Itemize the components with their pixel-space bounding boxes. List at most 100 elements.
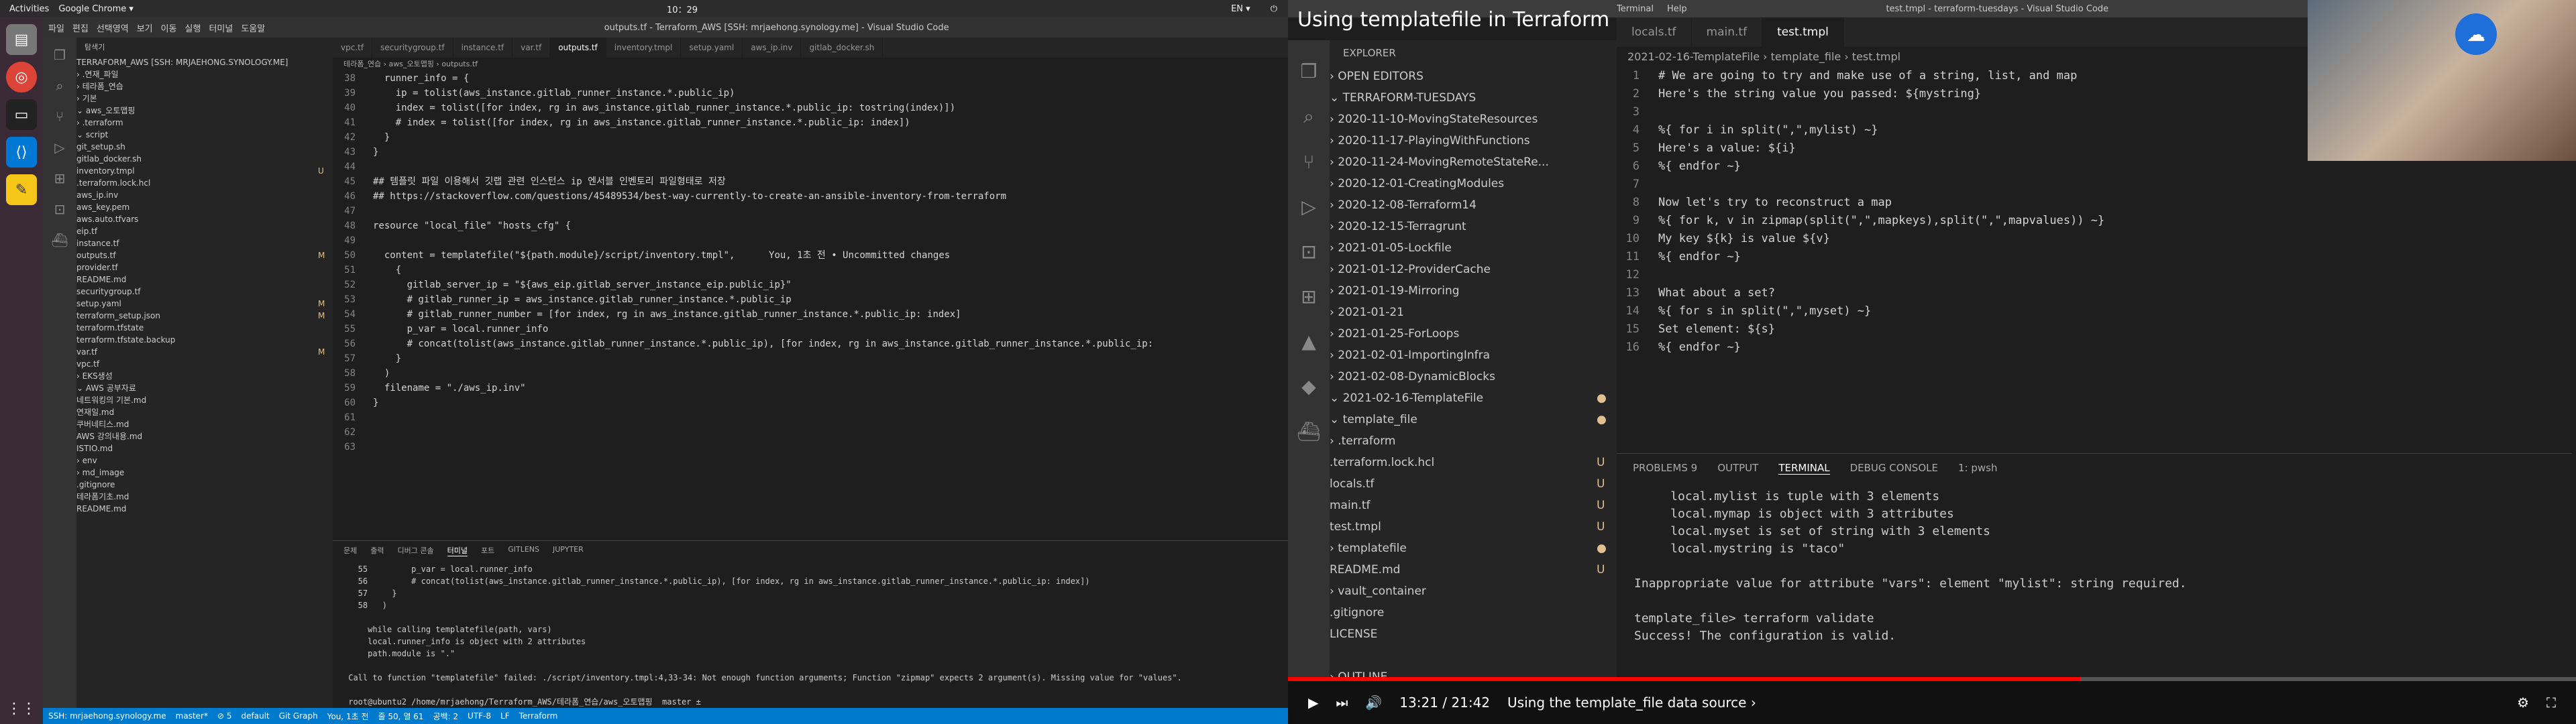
file-tree-item[interactable]: terraform_setup.json M xyxy=(76,310,333,322)
file-tree-item[interactable]: › 2021-02-01-ImportingInfra xyxy=(1330,345,1617,366)
file-tree-item[interactable]: ⌄ template_file ● xyxy=(1330,409,1617,430)
file-tree-item[interactable]: › OPEN EDITORS xyxy=(1330,66,1617,87)
editor-tab[interactable]: outputs.tf xyxy=(550,38,606,58)
menu-item[interactable]: 도움말 xyxy=(241,21,265,34)
file-tree-item[interactable]: gitlab_docker.sh xyxy=(76,153,333,165)
file-tree-item[interactable]: › 2021-01-21 xyxy=(1330,302,1617,323)
panel-tab[interactable]: GITLENS xyxy=(508,545,539,556)
editor-tab[interactable]: main.tf xyxy=(1692,17,1763,47)
file-tree-item[interactable]: TERRAFORM_AWS [SSH: MRJAEHONG.SYNOLOGY.M… xyxy=(76,56,333,68)
file-tree-item[interactable]: git_setup.sh xyxy=(76,141,333,153)
code-editor[interactable]: 38 runner_info = {39 ip = tolist(aws_ins… xyxy=(333,71,1288,455)
file-tree-item[interactable]: ⌄ AWS 공부자료 xyxy=(76,382,333,394)
status-item[interactable]: You, 1초 전 xyxy=(327,711,369,722)
file-tree-item[interactable]: securitygroup.tf xyxy=(76,286,333,298)
file-tree-item[interactable]: LICENSE xyxy=(1330,623,1617,645)
file-tree-item[interactable]: inventory.tmpl U xyxy=(76,165,333,177)
file-tree-item[interactable]: README.md U xyxy=(1330,559,1617,581)
panel-tab[interactable]: 포트 xyxy=(481,545,494,556)
file-tree-item[interactable]: › 2020-12-01-CreatingModules xyxy=(1330,173,1617,194)
file-tree-item[interactable]: › env xyxy=(76,455,333,467)
status-item[interactable]: Terraform xyxy=(519,711,558,721)
file-tree-item[interactable]: README.md xyxy=(76,274,333,286)
extensions-icon[interactable]: ⊞ xyxy=(1301,286,1316,308)
file-tree-item[interactable]: .terraform.lock.hcl xyxy=(76,177,333,189)
terminal-output[interactable]: 55 p_var = local.runner_info 56 # concat… xyxy=(333,560,1288,711)
editor-tab[interactable]: vpc.tf xyxy=(333,38,373,58)
file-tree-item[interactable]: › .연재_파일 xyxy=(76,68,333,80)
file-tree-item[interactable]: ⌄ TERRAFORM-TUESDAYS xyxy=(1330,87,1617,109)
file-tree-item[interactable]: main.tf U xyxy=(1330,495,1617,516)
file-tree-item[interactable]: › 2020-12-15-Terragrunt xyxy=(1330,216,1617,237)
panel-tab[interactable]: JUPYTER xyxy=(553,545,584,556)
file-tree-item[interactable]: locals.tf U xyxy=(1330,473,1617,495)
source-control-icon[interactable]: ⑂ xyxy=(1303,151,1315,173)
editor-tab[interactable]: instance.tf xyxy=(453,38,513,58)
file-tree-item[interactable]: 테라폼기초.md xyxy=(76,491,333,503)
menu-item[interactable]: Terminal xyxy=(1617,4,1654,14)
status-item[interactable]: master* xyxy=(176,711,208,721)
app-grid-icon[interactable]: ⋮⋮ xyxy=(6,693,37,724)
file-tree-item[interactable]: instance.tf xyxy=(76,237,333,249)
menu-item[interactable]: 터미널 xyxy=(209,21,233,34)
status-item[interactable]: 줄 50, 열 61 xyxy=(378,711,424,722)
menu-item[interactable]: 실행 xyxy=(185,21,201,34)
file-tree-item[interactable]: › EKS생성 xyxy=(76,370,333,382)
file-tree-item[interactable]: setup.yaml M xyxy=(76,298,333,310)
video-chapter[interactable]: Using the template_file data source › xyxy=(1507,695,1756,711)
file-tree-item[interactable]: › vault_container xyxy=(1330,581,1617,602)
menu-item[interactable]: Help xyxy=(1667,4,1687,14)
panel-tab[interactable]: TERMINAL xyxy=(1778,462,1830,475)
status-item[interactable]: Git Graph xyxy=(279,711,318,721)
menu-item[interactable]: 이동 xyxy=(161,21,177,34)
file-tree-item[interactable] xyxy=(1330,645,1617,666)
file-tree-item[interactable]: .terraform.lock.hcl U xyxy=(1330,452,1617,473)
editor-tab[interactable]: setup.yaml xyxy=(681,38,743,58)
file-tree-item[interactable]: .gitignore xyxy=(76,479,333,491)
editor-tab[interactable]: gitlab_docker.sh xyxy=(801,38,883,58)
vscode-icon[interactable]: ⟨⟩ xyxy=(6,137,37,168)
chrome-icon[interactable]: ◎ xyxy=(6,62,37,93)
remote-icon[interactable]: ⊡ xyxy=(54,201,66,217)
file-tree-item[interactable]: AWS 강의내용.md xyxy=(76,430,333,442)
file-tree-item[interactable]: ⌄ script xyxy=(76,129,333,141)
editor-tab[interactable]: locals.tf xyxy=(1617,17,1692,47)
file-tree-item[interactable]: README.md xyxy=(76,503,333,515)
file-tree-item[interactable]: › .terraform xyxy=(1330,430,1617,452)
terraform-icon[interactable]: ◆ xyxy=(1301,375,1316,398)
play-icon[interactable]: ▶ xyxy=(1308,695,1318,711)
panel-tab[interactable]: DEBUG CONSOLE xyxy=(1850,462,1938,475)
panel-tab[interactable]: PROBLEMS 9 xyxy=(1633,462,1697,475)
fullscreen-icon[interactable]: ⛶ xyxy=(2546,695,2576,711)
file-tree-item[interactable]: outputs.tf M xyxy=(76,249,333,261)
panel-tab[interactable]: 디버그 콘솔 xyxy=(398,545,434,556)
file-tree-item[interactable]: › 2020-12-08-Terraform14 xyxy=(1330,194,1617,216)
status-item[interactable]: 공백: 2 xyxy=(433,711,458,722)
file-tree-item[interactable]: › 2021-02-08-DynamicBlocks xyxy=(1330,366,1617,387)
editor-tab[interactable]: test.tmpl xyxy=(1762,17,1844,47)
file-tree-item[interactable]: aws_ip.inv xyxy=(76,189,333,201)
menu-item[interactable]: 보기 xyxy=(137,21,153,34)
files-icon[interactable]: ▤ xyxy=(6,24,37,55)
status-item[interactable]: ⊘ 5 xyxy=(217,711,232,721)
terminal-output[interactable]: local.mylist is tuple with 3 elements lo… xyxy=(1617,483,2572,703)
file-tree-item[interactable]: ⌄ aws_오토맵핑 xyxy=(76,105,333,117)
shell-selector[interactable]: 1: pwsh xyxy=(1958,462,1997,475)
terminal-icon[interactable]: ▭ xyxy=(6,99,37,130)
run-icon[interactable]: ▷ xyxy=(54,139,64,156)
files-icon[interactable]: ❐ xyxy=(1300,60,1317,82)
search-icon[interactable]: ⌕ xyxy=(56,78,63,94)
file-tree-item[interactable]: provider.tf xyxy=(76,261,333,274)
docker-icon[interactable]: ⛴ xyxy=(1297,420,1321,442)
video-title[interactable]: Using templatefile in Terraform xyxy=(1297,8,1609,32)
file-tree-item[interactable]: .gitignore xyxy=(1330,602,1617,623)
status-item[interactable]: UTF-8 xyxy=(468,711,491,721)
file-tree-item[interactable]: › 기본 xyxy=(76,93,333,105)
file-tree-item[interactable]: › 2020-11-10-MovingStateResources xyxy=(1330,109,1617,130)
remote-icon[interactable]: ⊡ xyxy=(1301,241,1316,263)
notes-icon[interactable]: ✎ xyxy=(6,174,37,205)
file-tree-item[interactable]: › 2020-11-17-PlayingWithFunctions xyxy=(1330,130,1617,152)
file-tree-item[interactable]: ⌄ 2021-02-16-TemplateFile ● xyxy=(1330,387,1617,409)
menu-item[interactable]: 편집 xyxy=(72,21,89,34)
next-icon[interactable]: ⏭ xyxy=(1336,695,1348,711)
